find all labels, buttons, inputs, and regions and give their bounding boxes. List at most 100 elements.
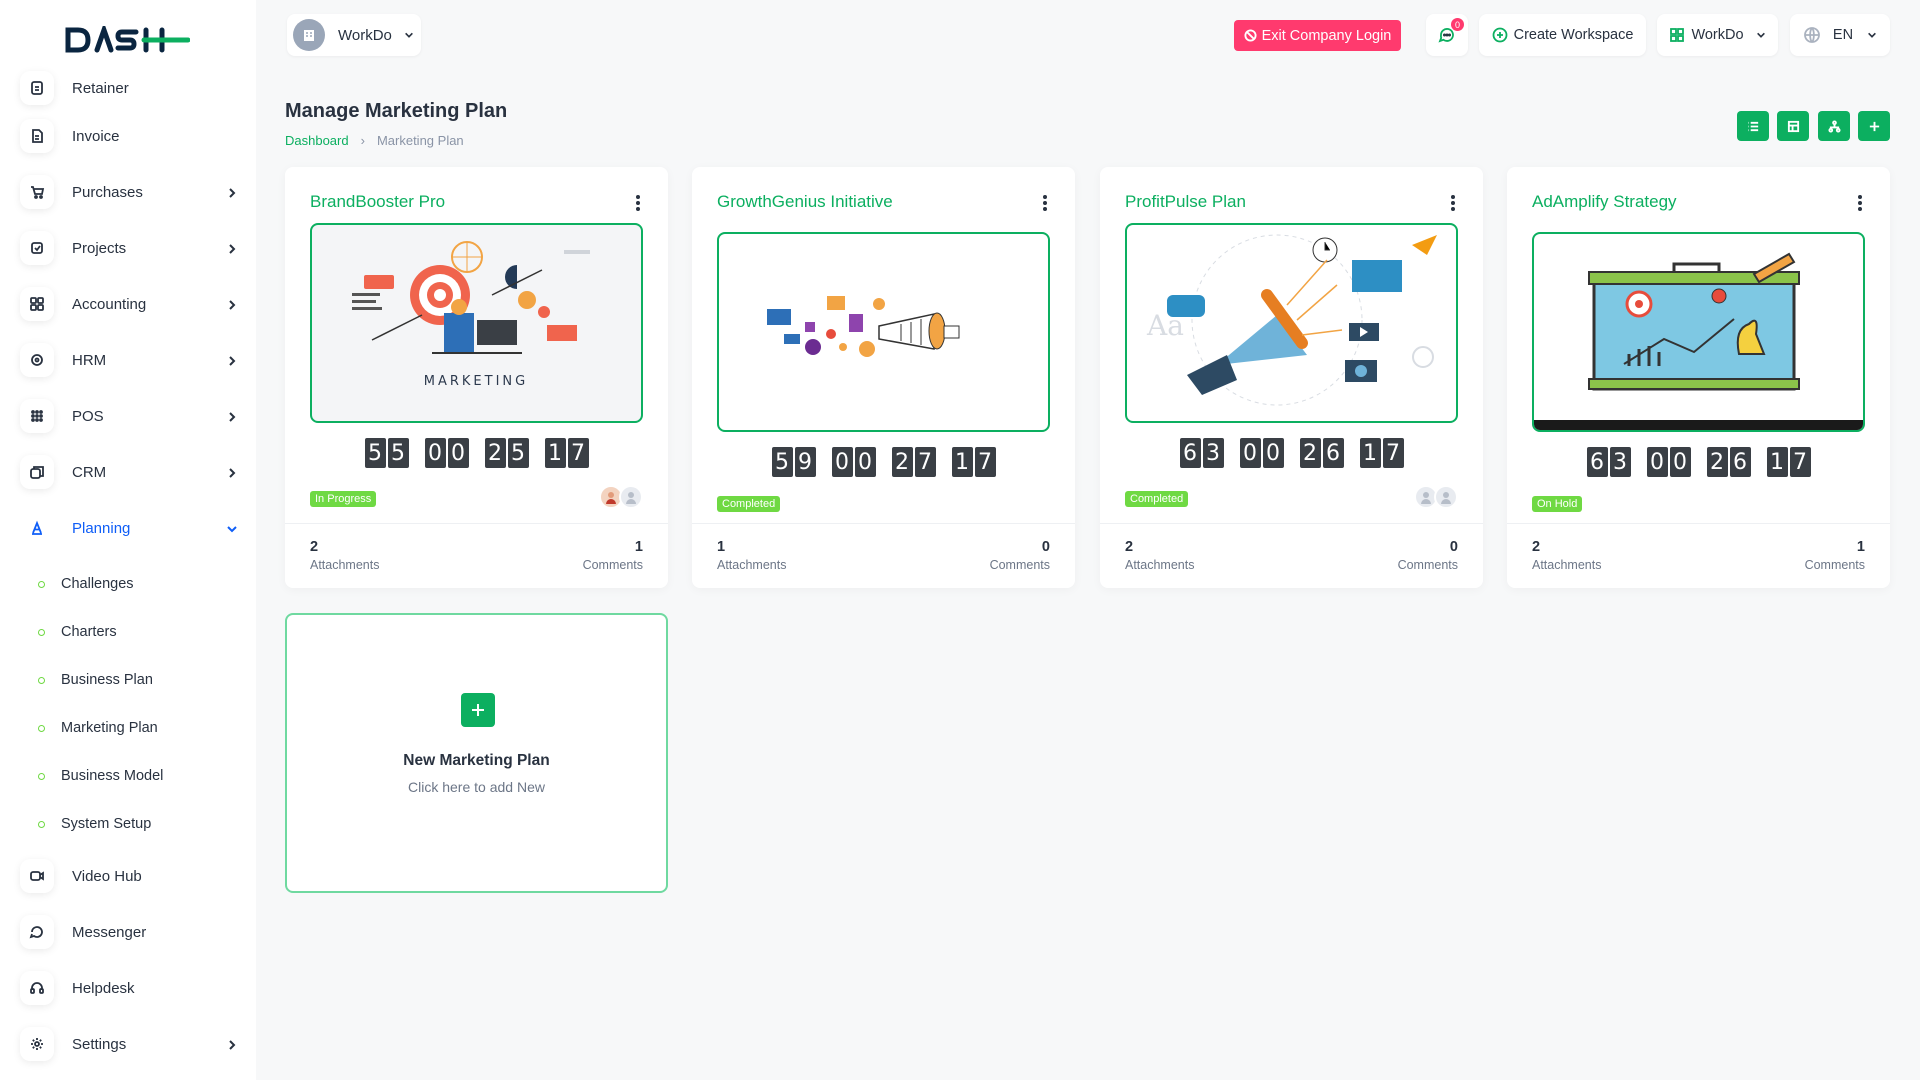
chevron-right-icon [226, 466, 238, 478]
attachments-label: Attachments [717, 558, 787, 572]
card-title[interactable]: GrowthGenius Initiative [717, 192, 893, 212]
create-plan-button[interactable] [1858, 111, 1890, 141]
sidebar-item-label: Accounting [72, 295, 147, 313]
card-title[interactable]: AdAmplify Strategy [1532, 192, 1677, 212]
countdown-timer: 59 00 27 17 [692, 447, 1075, 477]
sidebar-item-label: Messenger [72, 923, 147, 941]
comments-count: 0 [1041, 539, 1050, 555]
sidebar-item-retainer[interactable]: Retainer [20, 68, 240, 108]
countdown-digit: 6 [1586, 447, 1608, 477]
sidebar-item-label: CRM [72, 463, 107, 481]
sidebar-subitem-business-model[interactable]: Business Model [20, 752, 240, 800]
countdown-digit: 5 [771, 447, 793, 477]
workspace-menu-button[interactable]: WorkDo [1657, 14, 1778, 56]
more-vertical-icon[interactable] [1037, 193, 1053, 213]
sidebar-subitem-label: Marketing Plan [61, 720, 158, 736]
chevron-down-icon [1756, 32, 1765, 38]
breadcrumb-dashboard-link[interactable]: Dashboard [285, 133, 349, 148]
sidebar-subitem-business-plan[interactable]: Business Plan [20, 656, 240, 704]
sidebar-item-settings[interactable]: Settings [20, 1016, 240, 1072]
sidebar-item-helpdesk[interactable]: Helpdesk [20, 960, 240, 1016]
countdown-digit: 7 [567, 438, 589, 468]
sidebar-item-hrm[interactable]: HRM [20, 332, 240, 388]
avatar[interactable] [619, 485, 643, 509]
sidebar-item-label: Purchases [72, 183, 143, 201]
tree-view-button[interactable] [1818, 111, 1850, 141]
gear-icon [20, 1027, 54, 1061]
comments-label: Comments [582, 558, 643, 572]
hierarchy-icon [1827, 119, 1841, 133]
list-view-button[interactable] [1737, 111, 1769, 141]
countdown-digit: 7 [1382, 438, 1404, 468]
sidebar-item-purchases[interactable]: Purchases [20, 164, 240, 220]
new-card-subtitle: Click here to add New [408, 779, 545, 795]
card-title[interactable]: BrandBooster Pro [310, 192, 445, 212]
countdown-digit: 6 [1729, 447, 1751, 477]
projects-icon [20, 231, 54, 265]
chevron-right-icon [226, 242, 238, 254]
exit-company-login-button[interactable]: Exit Company Login [1234, 20, 1401, 51]
new-marketing-plan-card[interactable]: New Marketing Plan Click here to add New [285, 613, 668, 893]
sidebar-subitem-system-setup[interactable]: System Setup [20, 800, 240, 848]
bullet-icon [38, 820, 45, 828]
create-workspace-button[interactable]: Create Workspace [1479, 14, 1646, 56]
bullet-icon [38, 772, 45, 780]
attachments-count: 2 [1532, 539, 1541, 555]
countdown-digit: 1 [1766, 447, 1788, 477]
sidebar-item-planning[interactable]: Planning [20, 500, 240, 556]
countdown-digit: 3 [1609, 447, 1631, 477]
more-vertical-icon[interactable] [1445, 193, 1461, 213]
sidebar-subitem-charters[interactable]: Charters [20, 608, 240, 656]
countdown-digit: 0 [424, 438, 446, 468]
sidebar-subitem-marketing-plan[interactable]: Marketing Plan [20, 704, 240, 752]
notification-badge: 0 [1451, 18, 1464, 31]
sidebar-item-video-hub[interactable]: Video Hub [20, 848, 240, 904]
sidebar-nav: Retainer Invoice Purchases Projects Acco… [20, 70, 240, 1072]
countdown-digit: 5 [387, 438, 409, 468]
card-title[interactable]: ProfitPulse Plan [1125, 192, 1246, 212]
workspace-select[interactable]: WorkDo [287, 14, 421, 56]
avatar[interactable] [1434, 485, 1458, 509]
grid-view-button[interactable] [1777, 111, 1809, 141]
countdown-digit: 2 [1706, 447, 1728, 477]
planning-icon [20, 511, 54, 545]
globe-icon [1804, 27, 1820, 43]
countdown-digit: 7 [914, 447, 936, 477]
messages-button[interactable]: 0 [1426, 14, 1468, 56]
comments-stat: 0 Comments [990, 539, 1050, 572]
sidebar-item-label: Invoice [72, 127, 120, 145]
attachments-count: 2 [310, 539, 319, 555]
countdown-digit: 9 [794, 447, 816, 477]
countdown-digit: 5 [364, 438, 386, 468]
chevron-right-icon: › [360, 133, 365, 148]
status-badge: Completed [717, 496, 781, 512]
language-select[interactable]: EN [1790, 14, 1890, 56]
countdown-digit: 6 [1322, 438, 1344, 468]
sidebar-item-accounting[interactable]: Accounting [20, 276, 240, 332]
more-vertical-icon[interactable] [1852, 193, 1868, 213]
image-caption: MARKETING [424, 374, 528, 389]
attachments-count: 2 [1125, 539, 1134, 555]
sidebar-item-pos[interactable]: POS [20, 388, 240, 444]
sidebar-item-label: POS [72, 407, 104, 425]
comments-stat: 0 Comments [1398, 539, 1458, 572]
countdown-timer: 63 00 26 17 [1100, 438, 1483, 468]
sidebar-item-invoice[interactable]: Invoice [20, 108, 240, 164]
comments-label: Comments [1397, 558, 1458, 572]
hrm-icon [20, 343, 54, 377]
sidebar: Retainer Invoice Purchases Projects Acco… [0, 0, 256, 1080]
sidebar-item-messenger[interactable]: Messenger [20, 904, 240, 960]
sidebar-subitem-challenges[interactable]: Challenges [20, 560, 240, 608]
sidebar-item-label: HRM [72, 351, 107, 369]
status-badge: In Progress [310, 491, 377, 507]
sidebar-item-crm[interactable]: CRM [20, 444, 240, 500]
countdown-digit: 0 [447, 438, 469, 468]
bullet-icon [38, 724, 45, 732]
dash-logo[interactable] [64, 22, 190, 58]
more-vertical-icon[interactable] [630, 193, 646, 213]
divider [692, 523, 1075, 524]
countdown-timer: 63 00 26 17 [1507, 447, 1890, 477]
sidebar-item-projects[interactable]: Projects [20, 220, 240, 276]
comments-count: 1 [634, 539, 643, 555]
countdown-digit: 7 [1789, 447, 1811, 477]
